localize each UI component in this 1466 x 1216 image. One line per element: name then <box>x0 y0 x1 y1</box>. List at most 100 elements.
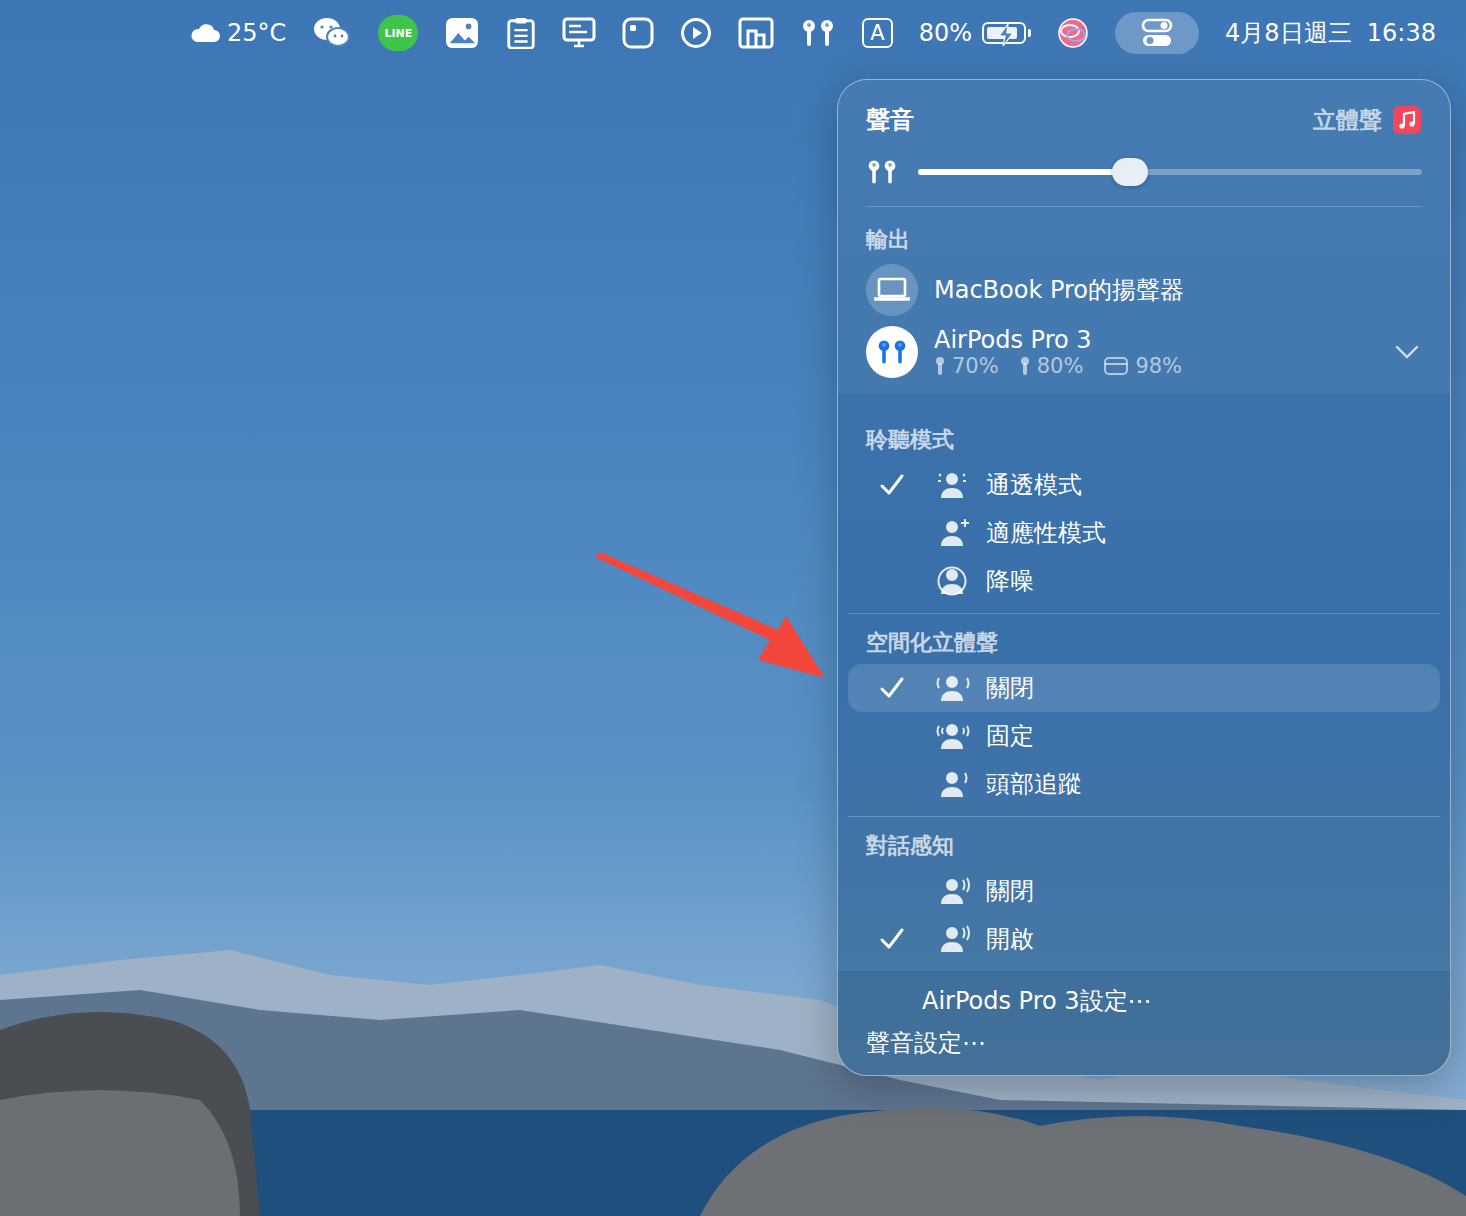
wechat-item[interactable] <box>312 16 352 50</box>
toggles-icon <box>1141 18 1173 48</box>
device-battery: 70% 80% 98% <box>934 354 1378 378</box>
section-title: 輸出 <box>866 207 1422 261</box>
mode-icon <box>936 924 970 954</box>
siri-item[interactable] <box>1057 17 1089 49</box>
case-battery: 98% <box>1135 354 1182 378</box>
monitor-icon <box>562 17 596 49</box>
line-item[interactable]: LINE <box>378 15 418 51</box>
clock-text: 4月8日週三 16:38 <box>1225 17 1436 49</box>
airpods-icon <box>876 338 908 366</box>
option-label: 固定 <box>986 720 1034 752</box>
option-row[interactable]: 頭部追蹤 <box>848 760 1440 808</box>
divider <box>866 206 1422 207</box>
weather-item[interactable]: 25°C <box>189 19 286 47</box>
siri-icon <box>1057 17 1089 49</box>
left-battery: 70% <box>952 354 999 378</box>
option-row[interactable]: 關閉 <box>848 664 1440 712</box>
image-item[interactable] <box>444 17 480 49</box>
option-row[interactable]: 適應性模式 <box>848 509 1440 557</box>
panel-title: 聲音 <box>866 104 914 136</box>
panel-footer: AirPods Pro 3設定⋯ 聲音設定⋯ <box>838 971 1450 1075</box>
settings-link[interactable]: 聲音設定⋯ <box>866 1027 1422 1059</box>
option-section: 聆聽模式通透模式適應性模式降噪 <box>838 393 1450 613</box>
option-row[interactable]: 開啟 <box>848 915 1440 963</box>
clock[interactable]: 4月8日週三 16:38 <box>1225 17 1436 49</box>
right-bud-icon <box>1019 356 1031 376</box>
divider <box>848 613 1440 614</box>
play-item[interactable] <box>680 17 712 49</box>
option-row[interactable]: 關閉 <box>848 867 1440 915</box>
option-label: 關閉 <box>986 875 1034 907</box>
section-title: 對話感知 <box>838 817 1450 867</box>
line-logo: LINE <box>384 27 412 40</box>
airpods-icon <box>866 158 898 186</box>
mode-icon <box>936 673 970 703</box>
option-section: 空間化立體聲關閉固定頭部追蹤 <box>838 613 1450 816</box>
monitor-item[interactable] <box>562 17 596 49</box>
right-battery: 80% <box>1037 354 1084 378</box>
volume-track[interactable] <box>918 169 1422 175</box>
mode-icon <box>936 721 970 751</box>
audio-mode[interactable]: 立體聲 <box>1313 105 1422 136</box>
sound-panel: 聲音 立體聲輸出 MacBook Pro的揚聲器 AirPods Pro 370% 80… <box>837 79 1451 1076</box>
input-source-item[interactable]: A <box>862 18 892 48</box>
volume-fill <box>918 169 1130 175</box>
panel-header: 聲音 立體聲輸出 MacBook Pro的揚聲器 AirPods Pro 370% 80… <box>838 80 1450 393</box>
option-row[interactable]: 降噪 <box>848 557 1440 605</box>
device-icon-circle <box>866 264 918 316</box>
clipboard-icon <box>506 17 536 49</box>
mode-text: 立體聲 <box>1313 105 1382 136</box>
mode-icon <box>936 876 970 906</box>
music-icon <box>1392 105 1422 135</box>
window-icon <box>738 17 774 49</box>
mode-icon <box>936 566 970 596</box>
volume-knob[interactable] <box>1112 158 1148 186</box>
wechat-icon <box>312 16 352 50</box>
airpods-item[interactable] <box>800 18 836 48</box>
settings-link[interactable]: AirPods Pro 3設定⋯ <box>866 985 1422 1017</box>
check-icon <box>878 925 906 953</box>
device-name: MacBook Pro的揚聲器 <box>934 274 1422 306</box>
device-name: AirPods Pro 3 <box>934 326 1378 354</box>
annotation-arrow-icon <box>590 550 830 690</box>
option-label: 通透模式 <box>986 469 1082 501</box>
divider <box>848 816 1440 817</box>
laptop-icon <box>874 277 910 303</box>
control-center-item[interactable] <box>1115 12 1199 54</box>
check-icon <box>878 674 906 702</box>
output-device[interactable]: MacBook Pro的揚聲器 <box>866 261 1422 319</box>
device-icon-circle <box>866 326 918 378</box>
chevron-icon[interactable] <box>1394 344 1420 360</box>
option-section: 對話感知關閉開啟 <box>838 816 1450 971</box>
option-row[interactable]: 固定 <box>848 712 1440 760</box>
battery-icon <box>982 22 1026 44</box>
check-icon <box>878 471 906 499</box>
option-label: 適應性模式 <box>986 517 1106 549</box>
clipboard-item[interactable] <box>506 17 536 49</box>
app-square-item[interactable] <box>622 17 654 49</box>
option-label: 開啟 <box>986 923 1034 955</box>
airpods-icon <box>800 18 836 48</box>
image-icon <box>444 17 480 49</box>
app-square-icon <box>622 17 654 49</box>
left-bud-icon <box>934 356 946 376</box>
input-source-text: A <box>870 20 884 46</box>
section-title: 空間化立體聲 <box>838 614 1450 664</box>
section-title: 聆聽模式 <box>838 411 1450 461</box>
battery-tip <box>1028 29 1031 37</box>
mode-icon <box>936 518 970 548</box>
battery-item[interactable]: 80% <box>919 19 1031 47</box>
window-item[interactable] <box>738 17 774 49</box>
option-label: 降噪 <box>986 565 1034 597</box>
charging-icon <box>994 23 1018 47</box>
output-device[interactable]: AirPods Pro 370% 80% 98% <box>866 323 1422 381</box>
cloud-icon <box>189 22 221 44</box>
battery-text: 80% <box>919 19 972 47</box>
option-label: 頭部追蹤 <box>986 768 1082 800</box>
case-icon <box>1103 356 1129 376</box>
option-label: 關閉 <box>986 672 1034 704</box>
option-row[interactable]: 通透模式 <box>848 461 1440 509</box>
weather-text: 25°C <box>227 19 286 47</box>
play-icon <box>680 17 712 49</box>
mode-icon <box>936 470 970 500</box>
